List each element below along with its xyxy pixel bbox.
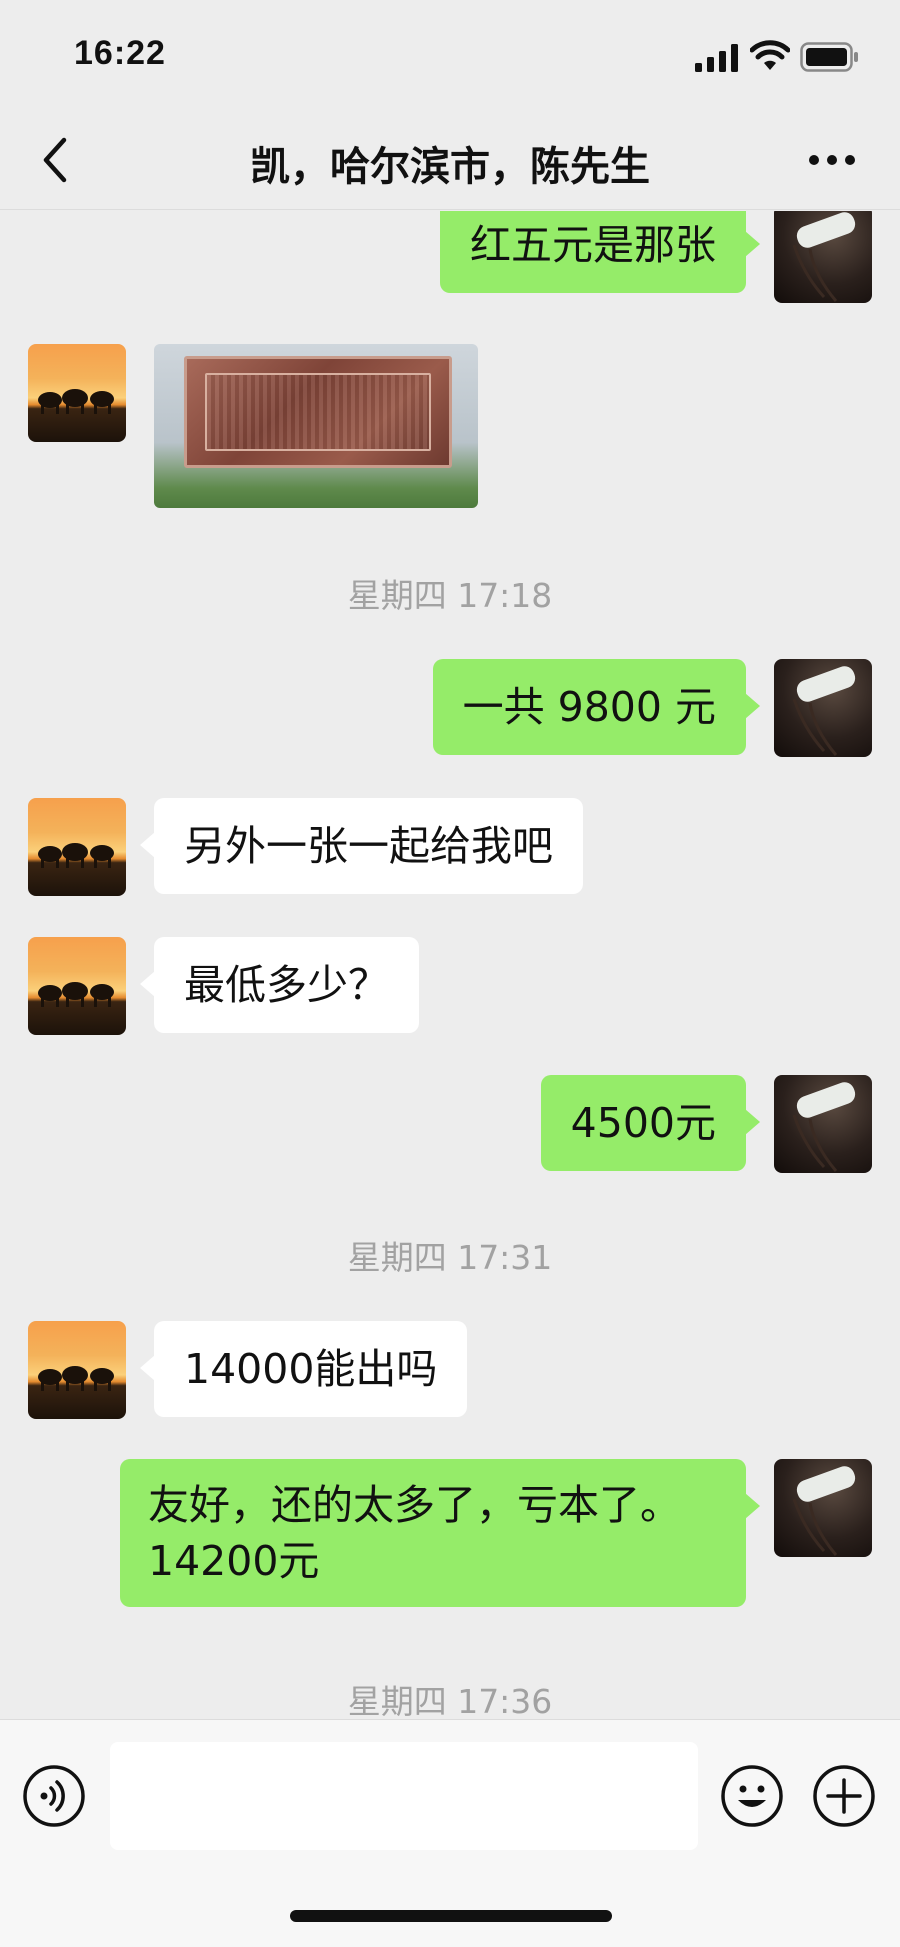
timestamp: 星期四 17:18 bbox=[347, 576, 553, 615]
avatar-self[interactable] bbox=[774, 1459, 872, 1557]
outgoing-message[interactable]: 4500元 bbox=[540, 1075, 761, 1171]
back-icon[interactable] bbox=[34, 134, 78, 186]
image-message-banknote[interactable] bbox=[154, 344, 478, 508]
timestamp: 星期四 17:36 bbox=[347, 1682, 553, 1719]
status-bar: 16:22 bbox=[0, 0, 900, 110]
battery-icon bbox=[800, 42, 858, 72]
voice-icon[interactable] bbox=[22, 1764, 86, 1828]
banknote-photo bbox=[184, 356, 452, 468]
chat-title: 凯，哈尔滨市，陈先生 bbox=[250, 144, 650, 190]
chat-header: 凯，哈尔滨市，陈先生 bbox=[0, 110, 900, 210]
elephant-silhouette-picture bbox=[38, 1366, 114, 1391]
incoming-message[interactable]: 另外一张一起给我吧 bbox=[140, 798, 583, 894]
outgoing-message[interactable]: 红五元是那张 bbox=[440, 211, 760, 293]
jade-pendant-picture bbox=[792, 1082, 856, 1172]
message-line: 14200元 bbox=[148, 1537, 320, 1585]
home-indicator[interactable] bbox=[290, 1910, 612, 1922]
signal-icon bbox=[695, 44, 738, 72]
elephant-silhouette-picture bbox=[38, 389, 114, 414]
avatar-contact[interactable] bbox=[28, 798, 126, 896]
avatar-self[interactable] bbox=[774, 1075, 872, 1173]
elephant-silhouette-picture bbox=[38, 982, 114, 1007]
more-dots-icon[interactable] bbox=[806, 138, 858, 182]
outgoing-message[interactable]: 一共 9800 元 bbox=[432, 659, 761, 755]
jade-pendant-picture bbox=[792, 212, 856, 302]
outgoing-message[interactable]: 友好，还的太多了，亏本了。 14200元 bbox=[120, 1459, 760, 1607]
elephant-silhouette-picture bbox=[38, 843, 114, 868]
avatar-contact[interactable] bbox=[28, 1321, 126, 1419]
chat-message-list[interactable]: 红五元是那张 星期四 17:18 一共 9800 元 另外一张一起给我吧 最低多… bbox=[0, 211, 900, 1719]
avatar-contact[interactable] bbox=[28, 937, 126, 1035]
jade-pendant-picture bbox=[792, 666, 856, 756]
wifi-icon bbox=[750, 40, 790, 70]
message-line: 友好，还的太多了，亏本了。 bbox=[148, 1481, 681, 1529]
avatar-contact[interactable] bbox=[28, 344, 126, 442]
incoming-message[interactable]: 最低多少？ bbox=[140, 937, 419, 1033]
avatar-self[interactable] bbox=[774, 659, 872, 757]
timestamp: 星期四 17:31 bbox=[347, 1238, 553, 1277]
message-input[interactable] bbox=[110, 1742, 698, 1850]
jade-pendant-picture bbox=[792, 1466, 856, 1556]
banknote-pattern bbox=[205, 373, 431, 451]
avatar-self[interactable] bbox=[774, 211, 872, 303]
emoji-icon[interactable] bbox=[720, 1764, 784, 1828]
input-bar bbox=[0, 1719, 900, 1947]
plus-circle-icon[interactable] bbox=[812, 1764, 876, 1828]
incoming-message[interactable]: 14000能出吗 bbox=[139, 1321, 468, 1417]
status-time: 16:22 bbox=[74, 34, 166, 72]
